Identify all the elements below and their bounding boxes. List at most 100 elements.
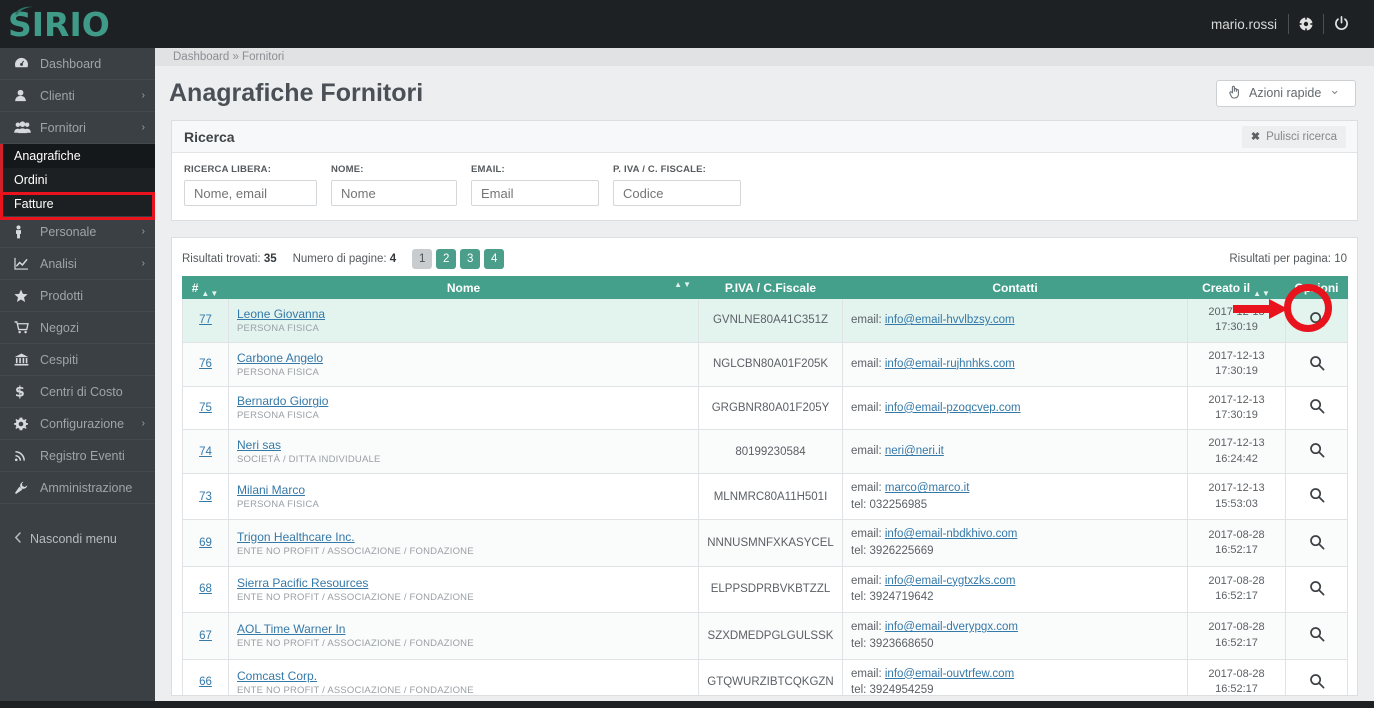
pagination-top[interactable]: 1234 — [412, 249, 504, 269]
sidebar-item-configurazione[interactable]: Configurazione › — [0, 408, 155, 440]
magnifier-icon[interactable] — [1309, 398, 1325, 417]
row-id-link[interactable]: 77 — [199, 314, 212, 326]
search-input-nome[interactable] — [331, 180, 457, 206]
sidebar-subitem-fatture[interactable]: Fatture — [0, 192, 155, 216]
sidebar-item-prodotti[interactable]: Prodotti — [0, 280, 155, 312]
magnifier-icon[interactable] — [1309, 580, 1325, 599]
cell-contatti: email: info@email-dverypgx.comtel: 39236… — [843, 613, 1188, 659]
row-id-link[interactable]: 73 — [199, 491, 212, 503]
email-link[interactable]: info@email-dverypgx.com — [885, 621, 1018, 633]
sidebar-item-clienti[interactable]: Clienti › — [0, 80, 155, 112]
sidebar-subitem-anagrafiche[interactable]: Anagrafiche — [0, 144, 155, 168]
row-id-link[interactable]: 68 — [199, 583, 212, 595]
quick-actions-button[interactable]: Azioni rapide ⌄ — [1216, 80, 1356, 107]
supplier-type: SOCIETÀ / DITTA INDIVIDUALE — [237, 454, 690, 465]
sidebar-item-amministrazione[interactable]: Amministrazione — [0, 472, 155, 504]
sidebar-subitem-ordini[interactable]: Ordini — [0, 168, 155, 192]
table-row: 67AOL Time Warner InENTE NO PROFIT / ASS… — [183, 613, 1348, 659]
row-id-link[interactable]: 66 — [199, 676, 212, 688]
supplier-name-link[interactable]: Sierra Pacific Resources — [237, 576, 368, 590]
cell-creato: 2017-12-1317:30:19 — [1188, 386, 1286, 430]
created-time: 17:30:19 — [1196, 408, 1277, 423]
column-header-creato[interactable]: Creato il▲▼ — [1188, 277, 1286, 299]
email-link[interactable]: info@email-cygtxzks.com — [885, 575, 1016, 587]
table-head: #▲▼ Nome ▲▼ P.IVA / C.Fiscale Contatti — [183, 277, 1348, 299]
supplier-name-link[interactable]: Carbone Angelo — [237, 351, 323, 365]
supplier-name-link[interactable]: Neri sas — [237, 438, 281, 452]
page-header: Anagrafiche Fornitori Azioni rapide ⌄ — [155, 66, 1374, 120]
sidebar-item-personale[interactable]: Personale › — [0, 216, 155, 248]
email-link[interactable]: info@email-rujhnhks.com — [885, 358, 1015, 370]
contact-email: email: info@email-dverypgx.com — [851, 619, 1179, 636]
column-header-nome[interactable]: Nome ▲▼ — [229, 277, 699, 299]
sort-icon[interactable]: ▲▼ — [198, 289, 219, 298]
x-icon: ✖ — [1251, 130, 1260, 143]
results-found-value: 35 — [264, 253, 277, 265]
row-id-link[interactable]: 76 — [199, 358, 212, 370]
pagination-page-1[interactable]: 1 — [412, 249, 432, 269]
sidebar-item-label: Configurazione — [36, 417, 142, 431]
row-id-link[interactable]: 74 — [199, 446, 212, 458]
magnifier-icon[interactable] — [1309, 442, 1325, 461]
cell-id: 77 — [183, 299, 229, 343]
sidebar-item-fornitori[interactable]: Fornitori › — [0, 112, 155, 144]
supplier-type: ENTE NO PROFIT / ASSOCIAZIONE / FONDAZIO… — [237, 685, 690, 696]
search-input-piva[interactable] — [613, 180, 741, 206]
magnifier-icon[interactable] — [1309, 673, 1325, 692]
sort-icon[interactable]: ▲▼ — [1250, 289, 1271, 298]
sidebar-item-centri-di-costo[interactable]: $ Centri di Costo — [0, 376, 155, 408]
row-id-link[interactable]: 75 — [199, 402, 212, 414]
email-link[interactable]: info@email-pzoqcvep.com — [885, 402, 1021, 414]
cell-opzioni — [1286, 520, 1348, 566]
cell-piva: NNNUSMNFXKASYCEL — [699, 520, 843, 566]
email-link[interactable]: neri@neri.it — [885, 445, 944, 457]
supplier-name-link[interactable]: Comcast Corp. — [237, 669, 317, 683]
magnifier-icon[interactable] — [1309, 534, 1325, 553]
table-row: 74Neri sasSOCIETÀ / DITTA INDIVIDUALE801… — [183, 430, 1348, 474]
sidebar-item-dashboard[interactable]: Dashboard — [0, 48, 155, 80]
supplier-name-link[interactable]: Trigon Healthcare Inc. — [237, 530, 355, 544]
column-header-opzioni: Opzioni — [1286, 277, 1348, 299]
magnifier-icon[interactable] — [1309, 487, 1325, 506]
search-input-free[interactable] — [184, 180, 317, 206]
sidebar-item-registro-eventi[interactable]: Registro Eventi — [0, 440, 155, 472]
sidebar-collapse-button[interactable]: Nascondi menu — [0, 524, 155, 554]
sidebar-item-analisi[interactable]: Analisi › — [0, 248, 155, 280]
column-header-id[interactable]: #▲▼ — [183, 277, 229, 299]
supplier-name-link[interactable]: Leone Giovanna — [237, 307, 325, 321]
supplier-name-link[interactable]: AOL Time Warner In — [237, 622, 345, 636]
fornitori-submenu: Anagrafiche Ordini Fatture — [0, 144, 155, 216]
cell-creato: 2017-12-1315:53:03 — [1188, 474, 1286, 520]
sidebar-item-cespiti[interactable]: Cespiti — [0, 344, 155, 376]
email-link[interactable]: marco@marco.it — [885, 482, 970, 494]
cell-id: 74 — [183, 430, 229, 474]
row-id-link[interactable]: 67 — [199, 630, 212, 642]
power-icon[interactable] — [1324, 9, 1358, 39]
cell-piva: GTQWURZIBTCQKGZN — [699, 659, 843, 696]
supplier-name-link[interactable]: Milani Marco — [237, 483, 305, 497]
contact-tel: tel: 3924954259 — [851, 682, 1179, 696]
magnifier-icon[interactable] — [1309, 311, 1325, 330]
cell-creato: 2017-08-2816:52:17 — [1188, 659, 1286, 696]
created-date: 2017-12-13 — [1196, 436, 1277, 451]
sort-icon[interactable]: ▲▼ — [671, 280, 692, 297]
row-id-link[interactable]: 69 — [199, 537, 212, 549]
email-link[interactable]: info@email-hvvlbzsy.com — [885, 314, 1015, 326]
pagination-page-3[interactable]: 3 — [460, 249, 480, 269]
pagination-page-2[interactable]: 2 — [436, 249, 456, 269]
globe-icon[interactable] — [1289, 9, 1323, 39]
email-link[interactable]: info@email-nbdkhivo.com — [885, 528, 1017, 540]
magnifier-icon[interactable] — [1309, 355, 1325, 374]
contact-tel: tel: 032256985 — [851, 497, 1179, 514]
pagination-page-4[interactable]: 4 — [484, 249, 504, 269]
sidebar-item-negozi[interactable]: Negozi — [0, 312, 155, 344]
clear-search-button[interactable]: ✖ Pulisci ricerca — [1242, 126, 1346, 148]
cell-id: 76 — [183, 342, 229, 386]
app-logo[interactable]: SIRIO — [0, 0, 155, 48]
created-date: 2017-08-28 — [1196, 620, 1277, 635]
supplier-name-link[interactable]: Bernardo Giorgio — [237, 394, 328, 408]
search-input-email[interactable] — [471, 180, 599, 206]
cell-id: 75 — [183, 386, 229, 430]
email-link[interactable]: info@email-ouvtrfew.com — [885, 668, 1014, 680]
magnifier-icon[interactable] — [1309, 626, 1325, 645]
